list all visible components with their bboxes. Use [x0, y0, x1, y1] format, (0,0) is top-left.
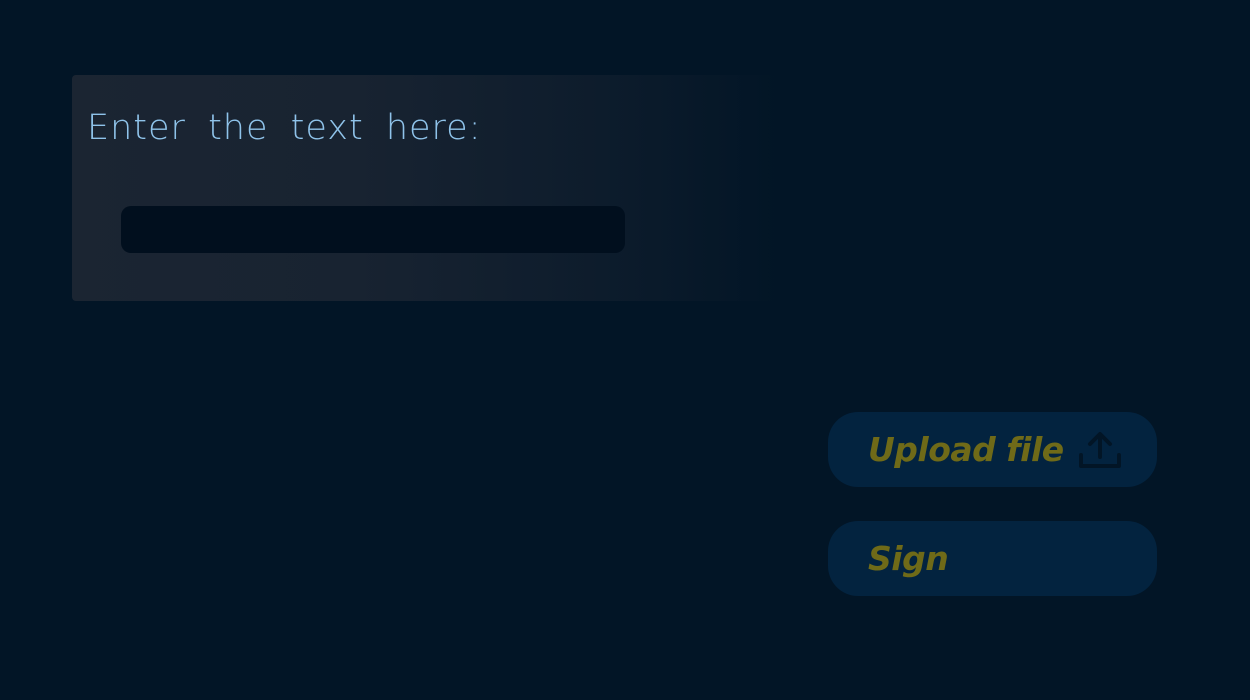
upload-file-label: Upload file — [868, 430, 1064, 469]
app-page: Enter the text here: Upload file Sign — [0, 0, 1250, 700]
sign-label: Sign — [868, 539, 949, 578]
upload-file-button[interactable]: Upload file — [828, 412, 1157, 487]
sign-button[interactable]: Sign — [828, 521, 1157, 596]
prompt-label: Enter the text here: — [87, 108, 482, 148]
text-input[interactable] — [121, 206, 625, 253]
text-entry-panel: Enter the text here: — [72, 75, 780, 301]
upload-icon — [1079, 432, 1121, 468]
